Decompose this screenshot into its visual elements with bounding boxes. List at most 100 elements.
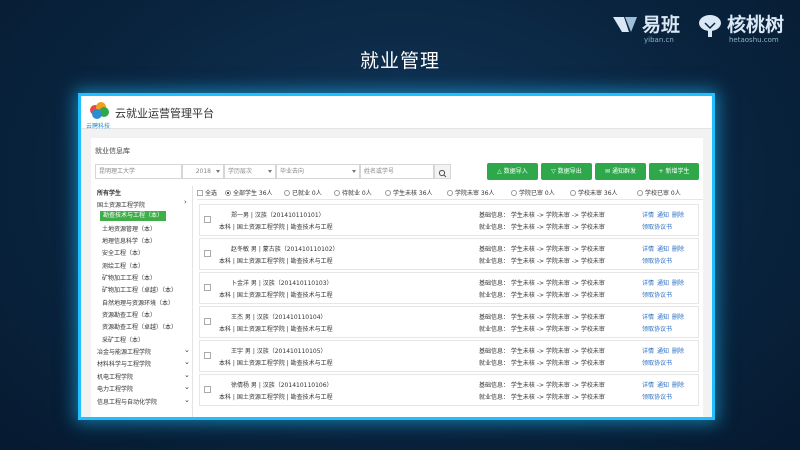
search-input[interactable]: 姓名或学号 bbox=[360, 164, 434, 179]
agreement-link[interactable]: 领取协议书 bbox=[642, 290, 672, 299]
row-actions: 详情 通知 删除 bbox=[642, 244, 687, 253]
search-placeholder: 姓名或学号 bbox=[364, 168, 395, 175]
notify-link[interactable]: 通知 bbox=[657, 280, 669, 287]
notify-button[interactable]: ✉ 通知群发 bbox=[595, 163, 646, 180]
tree-major[interactable]: 自然地理与资源环境（本） bbox=[102, 298, 174, 307]
radio-icon bbox=[334, 190, 340, 196]
tree-root[interactable]: 所有学生 bbox=[97, 188, 121, 197]
checkbox-icon bbox=[197, 190, 203, 196]
delete-link[interactable]: 删除 bbox=[672, 212, 684, 219]
detail-link[interactable]: 详情 bbox=[642, 280, 654, 287]
tree-college[interactable]: 信息工程与自动化学院 bbox=[97, 397, 157, 406]
radio-icon bbox=[385, 190, 391, 196]
chevron-down-icon[interactable]: ⌄ bbox=[184, 358, 190, 366]
tree-college[interactable]: 冶金与能源工程学院 bbox=[97, 347, 151, 356]
detail-link[interactable]: 详情 bbox=[642, 246, 654, 253]
app-header: 云聘科技 云就业运营管理平台 bbox=[81, 96, 712, 130]
status-option-student-unchecked[interactable]: 学生未核 36人 bbox=[385, 188, 433, 197]
school-select-value: 昆明理工大学 bbox=[99, 168, 136, 175]
yiban-name: 易班 bbox=[642, 14, 681, 36]
status-option-school-reviewed[interactable]: 学校已审 0人 bbox=[637, 188, 681, 197]
status-option-all[interactable]: 全部学生 36人 bbox=[225, 188, 273, 197]
student-name: 卜金洋 男 | 汉族（201410110103） bbox=[231, 280, 333, 287]
tree-major[interactable]: 土地资源管理（本） bbox=[102, 224, 156, 233]
chevron-down-icon[interactable]: ⌄ bbox=[184, 383, 190, 391]
school-select[interactable]: 昆明理工大学 bbox=[95, 164, 182, 179]
agreement-link[interactable]: 领取协议书 bbox=[642, 358, 672, 367]
chevron-down-icon[interactable]: ⌄ bbox=[184, 396, 190, 404]
row-checkbox[interactable] bbox=[204, 352, 211, 359]
notify-link[interactable]: 通知 bbox=[657, 382, 669, 389]
yiban-brand: 易班 yiban.cn bbox=[612, 8, 690, 48]
row-checkbox[interactable] bbox=[204, 216, 211, 223]
delete-link[interactable]: 删除 bbox=[672, 314, 684, 321]
student-info: 本科 | 国土资源工程学院 | 勘查技术与工程 bbox=[219, 394, 333, 401]
table-row: 徐倩杨 男 | 汉族（201410110106） 本科 | 国土资源工程学院 |… bbox=[199, 374, 699, 406]
tree-major[interactable]: 安全工程（本） bbox=[102, 248, 144, 257]
search-button[interactable] bbox=[434, 164, 451, 179]
tree-major[interactable]: 矿物加工工程（本） bbox=[102, 273, 156, 282]
agreement-link[interactable]: 领取协议书 bbox=[642, 222, 672, 231]
tree-major[interactable]: 测绘工程（本） bbox=[102, 261, 144, 270]
detail-link[interactable]: 详情 bbox=[642, 348, 654, 355]
agreement-link[interactable]: 领取协议书 bbox=[642, 256, 672, 265]
status-option-pending[interactable]: 待就业 0人 bbox=[334, 188, 372, 197]
slide-title: 就业管理 bbox=[359, 50, 440, 72]
student-info: 本科 | 国土资源工程学院 | 勘查技术与工程 bbox=[219, 224, 333, 231]
tree-college[interactable]: 国土资源工程学院 bbox=[97, 200, 145, 209]
tree-college[interactable]: 材料科学与工程学院 bbox=[97, 359, 151, 368]
tree-major[interactable]: 地理信息科学（本） bbox=[102, 236, 156, 245]
table-row: 王宇 男 | 汉族（201410110105） 本科 | 国土资源工程学院 | … bbox=[199, 340, 699, 372]
tree-major[interactable]: 采矿工程（本） bbox=[102, 335, 144, 344]
college-tree: 所有学生 国土资源工程学院 › 勘查技术与工程（本） 土地资源管理（本） 地理信… bbox=[95, 186, 193, 417]
app-window: 云聘科技 云就业运营管理平台 就业信息库 昆明理工大学 2018 学历层次 毕业… bbox=[78, 93, 715, 420]
export-button[interactable]: ▽ 数据导出 bbox=[541, 163, 592, 180]
row-checkbox[interactable] bbox=[204, 318, 211, 325]
row-checkbox[interactable] bbox=[204, 284, 211, 291]
notify-link[interactable]: 通知 bbox=[657, 212, 669, 219]
row-checkbox[interactable] bbox=[204, 386, 211, 393]
row-checkbox[interactable] bbox=[204, 250, 211, 257]
year-select[interactable]: 2018 bbox=[182, 164, 224, 179]
destination-select[interactable]: 毕业去向 bbox=[276, 164, 360, 179]
tree-major[interactable]: 资源勘查工程（卓越）（本） bbox=[102, 322, 177, 331]
notify-link[interactable]: 通知 bbox=[657, 246, 669, 253]
status-option-school-unreviewed[interactable]: 学校未审 36人 bbox=[570, 188, 618, 197]
plus-icon: + bbox=[658, 168, 664, 175]
radio-selected-icon bbox=[225, 190, 231, 196]
tree-college[interactable]: 机电工程学院 bbox=[97, 372, 133, 381]
tree-major[interactable]: 矿物加工工程（卓越）（本） bbox=[102, 285, 177, 294]
delete-link[interactable]: 删除 bbox=[672, 382, 684, 389]
notify-link[interactable]: 通知 bbox=[657, 348, 669, 355]
degree-select[interactable]: 学历层次 bbox=[224, 164, 276, 179]
student-info: 本科 | 国土资源工程学院 | 勘查技术与工程 bbox=[219, 258, 333, 265]
status-option-employed[interactable]: 已就业 0人 bbox=[284, 188, 322, 197]
select-all-checkbox[interactable]: 全选 bbox=[197, 188, 217, 197]
detail-link[interactable]: 详情 bbox=[642, 314, 654, 321]
import-button[interactable]: △ 数据导入 bbox=[487, 163, 538, 180]
delete-link[interactable]: 删除 bbox=[672, 280, 684, 287]
chevron-down-icon[interactable]: ⌄ bbox=[184, 371, 190, 379]
hetao-name: 核桃树 bbox=[727, 14, 785, 36]
detail-link[interactable]: 详情 bbox=[642, 212, 654, 219]
student-info: 本科 | 国土资源工程学院 | 勘查技术与工程 bbox=[219, 360, 333, 367]
delete-link[interactable]: 删除 bbox=[672, 246, 684, 253]
status-option-college-reviewed[interactable]: 学院已审 0人 bbox=[511, 188, 555, 197]
employment-panel: 就业信息库 昆明理工大学 2018 学历层次 毕业去向 姓名或学号 △ 数据导入… bbox=[91, 138, 703, 417]
status-option-college-unreviewed[interactable]: 学院未审 36人 bbox=[447, 188, 495, 197]
tree-college[interactable]: 电力工程学院 bbox=[97, 384, 133, 393]
chevron-down-icon[interactable]: ⌄ bbox=[184, 346, 190, 354]
basic-info-status: 基础信息： 学生未核 -> 学院未审 -> 学校未审 bbox=[479, 246, 605, 253]
chevron-right-icon[interactable]: › bbox=[184, 198, 187, 206]
student-list: 郑一男 | 汉族（201410110101） 本科 | 国土资源工程学院 | 勘… bbox=[199, 204, 699, 417]
hetao-brand: 核桃树 hetaoshu.com bbox=[697, 8, 797, 48]
add-student-button[interactable]: + 新增学生 bbox=[649, 163, 699, 180]
detail-link[interactable]: 详情 bbox=[642, 382, 654, 389]
tree-major-selected[interactable]: 勘查技术与工程（本） bbox=[100, 211, 167, 221]
tree-major[interactable]: 资源勘查工程（本） bbox=[102, 310, 156, 319]
notify-link[interactable]: 通知 bbox=[657, 314, 669, 321]
delete-link[interactable]: 删除 bbox=[672, 348, 684, 355]
agreement-link[interactable]: 领取协议书 bbox=[642, 324, 672, 333]
agreement-link[interactable]: 领取协议书 bbox=[642, 392, 672, 401]
student-name: 郑一男 | 汉族（201410110101） bbox=[231, 212, 325, 219]
